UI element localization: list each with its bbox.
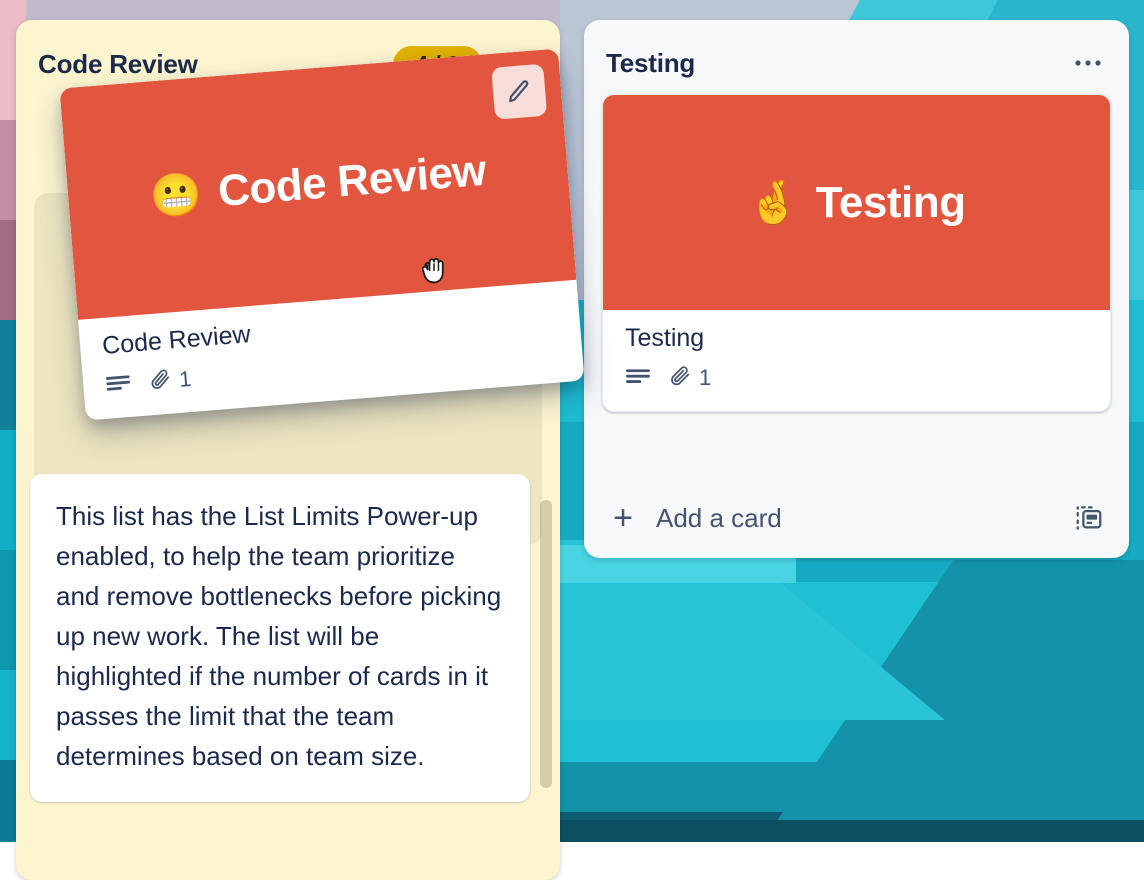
- attachment-icon: [148, 366, 172, 398]
- list-cards-testing: 🤞 Testing Testing: [584, 94, 1129, 482]
- card-testing[interactable]: 🤞 Testing Testing: [602, 94, 1111, 412]
- description-icon: [625, 368, 651, 388]
- card-cover-text: Testing: [816, 178, 966, 228]
- ellipsis-icon[interactable]: [1069, 46, 1107, 80]
- attachment-count: 1: [178, 366, 192, 393]
- card-body: Testing: [603, 310, 1110, 411]
- pencil-icon[interactable]: [491, 64, 547, 120]
- list-info-card: This list has the List Limits Power-up e…: [30, 474, 530, 802]
- board-canvas: Code Review 4 / 3 😬 Code Review: [0, 0, 1144, 842]
- list-title-testing: Testing: [606, 48, 695, 79]
- crossed-fingers-emoji: 🤞: [748, 182, 800, 224]
- list-testing[interactable]: Testing 🤞 Testing Testing: [584, 20, 1129, 558]
- description-icon: [105, 374, 133, 396]
- plus-icon: +: [606, 501, 640, 535]
- card-cover-text: Code Review: [216, 146, 488, 217]
- card-title: Testing: [625, 324, 1088, 353]
- grimacing-face-emoji: 😬: [148, 173, 203, 219]
- list-info-text: This list has the List Limits Power-up e…: [56, 496, 504, 776]
- card-cover: 🤞 Testing: [603, 95, 1110, 310]
- card-template-icon[interactable]: [1071, 500, 1107, 536]
- add-card-button[interactable]: + Add a card: [584, 482, 1129, 558]
- attachment-badge: 1: [148, 364, 193, 397]
- list-title-code-review: Code Review: [38, 49, 198, 80]
- list-header-testing: Testing: [584, 20, 1129, 94]
- attachment-icon: [669, 363, 691, 393]
- add-card-label: Add a card: [656, 503, 782, 534]
- attachment-count: 1: [699, 365, 711, 391]
- list-scrollbar-thumb[interactable]: [540, 500, 552, 788]
- attachment-badge: 1: [669, 363, 711, 393]
- card-cover: 😬 Code Review: [59, 48, 576, 319]
- card-badges: 1: [625, 363, 1088, 393]
- card-code-review-dragging[interactable]: 😬 Code Review Code Review: [59, 48, 584, 420]
